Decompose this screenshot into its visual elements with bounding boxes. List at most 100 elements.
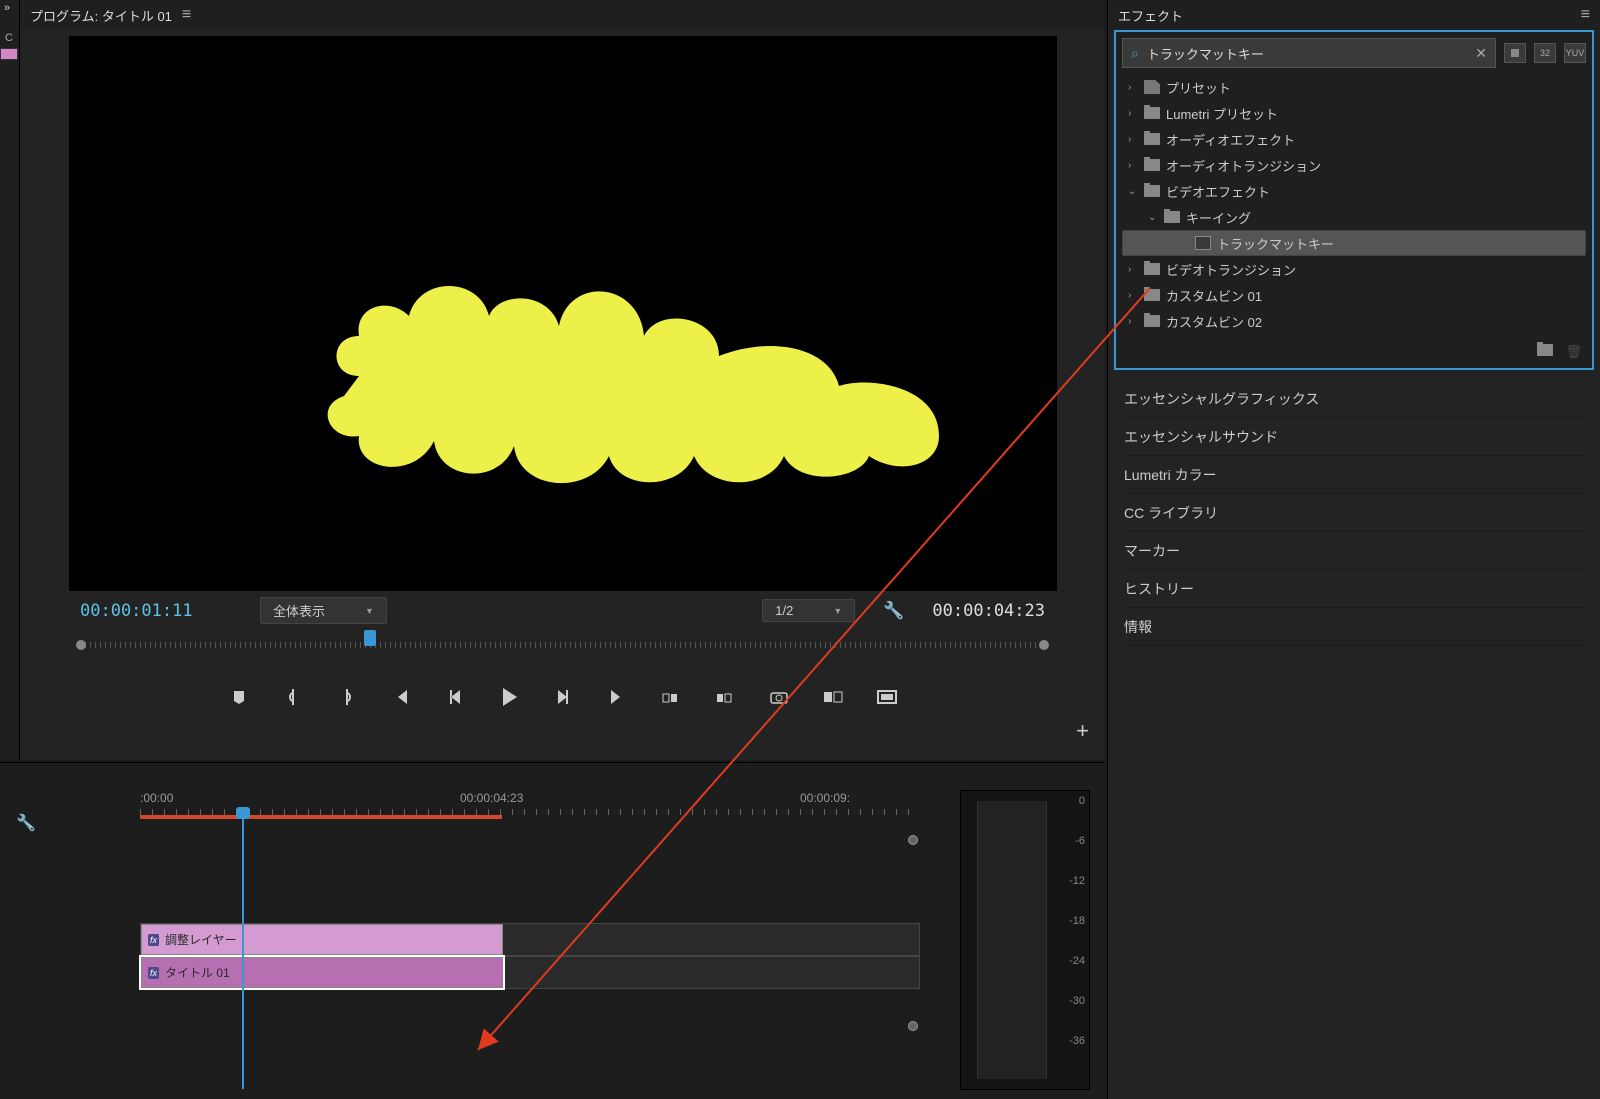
tree-row-キーイング[interactable]: ⌄ キーイング xyxy=(1122,204,1586,230)
timeline-ruler[interactable]: :00:00 00:00:04:23 00:00:09: xyxy=(140,791,920,817)
panel-cc-libraries[interactable]: CC ライブラリ xyxy=(1124,494,1584,532)
export-frame-icon[interactable] xyxy=(768,690,790,704)
track-spacer xyxy=(140,833,920,923)
clip-adjustment-layer[interactable]: fx 調整レイヤー xyxy=(141,924,503,955)
chevron-down-icon: ▼ xyxy=(833,606,842,616)
scrub-playhead[interactable] xyxy=(364,630,376,646)
safe-margins-icon[interactable] xyxy=(876,690,898,704)
tree-row-オーディオエフェクト[interactable]: ›オーディオエフェクト xyxy=(1122,126,1586,152)
folder-icon xyxy=(1144,185,1160,197)
in-point-icon[interactable] xyxy=(282,689,304,705)
effects-panel: エフェクト ≡ ⌕ ✕ 32 YUV ›プリセット›Lumetri プリセット›… xyxy=(1107,0,1600,1099)
panel-essential-sound[interactable]: エッセンシャルサウンド xyxy=(1124,418,1584,456)
meter-label: -30 xyxy=(1069,995,1085,1007)
go-to-out-icon[interactable] xyxy=(606,690,628,704)
tree-label: カスタムビン 02 xyxy=(1166,312,1262,331)
tree-row-カスタムビン 02[interactable]: › カスタムビン 02 xyxy=(1122,308,1586,334)
tree-row-プリセット[interactable]: › プリセット xyxy=(1122,74,1586,100)
tree-label: オーディオエフェクト xyxy=(1166,130,1295,149)
32bit-badge[interactable]: 32 xyxy=(1534,43,1556,63)
tree-row-カスタムビン 01[interactable]: › カスタムビン 01 xyxy=(1122,282,1586,308)
add-button-icon[interactable]: + xyxy=(1076,718,1089,744)
chevron-down-icon: ▼ xyxy=(365,606,374,616)
folder-icon xyxy=(1144,289,1160,301)
timeline-playhead[interactable] xyxy=(242,809,244,1089)
chevron-icon: ⌄ xyxy=(1128,186,1138,197)
panel-history[interactable]: ヒストリー xyxy=(1124,570,1584,608)
zoom-select[interactable]: 全体表示 ▼ xyxy=(260,597,387,624)
play-icon[interactable] xyxy=(498,688,520,706)
meter-label: -6 xyxy=(1075,835,1085,847)
scrub-handle-right[interactable] xyxy=(1039,640,1049,650)
folder-icon xyxy=(1164,211,1180,223)
work-area-bar[interactable] xyxy=(140,815,502,819)
effects-bottom-icons: 🗑 xyxy=(1122,344,1586,360)
program-monitor-panel: プログラム: タイトル 01 ≡ 00:00:01:11 全体表示 ▼ 1/2 … xyxy=(20,0,1105,760)
resolution-select[interactable]: 1/2 ▼ xyxy=(762,599,855,622)
viewer-scrubber[interactable] xyxy=(80,632,1045,662)
marker-icon[interactable] xyxy=(228,689,250,705)
chevron-icon: › xyxy=(1128,290,1138,301)
step-forward-icon[interactable] xyxy=(552,690,574,704)
effects-title: エフェクト xyxy=(1118,6,1183,25)
tree-row-ビデオトランジション[interactable]: › ビデオトランジション xyxy=(1122,256,1586,282)
tree-label: キーイング xyxy=(1186,208,1251,227)
tree-label: ビデオトランジション xyxy=(1166,260,1296,279)
zoom-label: 全体表示 xyxy=(273,601,325,620)
accelerated-badge[interactable] xyxy=(1504,43,1526,63)
panel-lumetri-color[interactable]: Lumetri カラー xyxy=(1124,456,1584,494)
timecode-left[interactable]: 00:00:01:11 xyxy=(80,601,240,621)
timeline-tracks: fx 調整レイヤー fx タイトル 01 xyxy=(140,833,920,989)
effects-filter-badges: 32 YUV xyxy=(1504,43,1586,63)
step-back-icon[interactable] xyxy=(444,690,466,704)
folder-icon xyxy=(1144,263,1160,275)
lift-icon[interactable] xyxy=(660,690,682,704)
panel-color-tab[interactable] xyxy=(0,48,18,60)
expand-icon[interactable]: » xyxy=(4,2,10,14)
timeline-settings-icon[interactable]: 🔧 xyxy=(16,813,36,833)
tree-row-Lumetri プリセット[interactable]: ›Lumetri プリセット xyxy=(1122,100,1586,126)
extract-icon[interactable] xyxy=(714,690,736,704)
tree-row-トラックマットキー[interactable]: トラックマットキー xyxy=(1122,230,1586,256)
tree-label: カスタムビン 01 xyxy=(1166,286,1262,305)
panel-info[interactable]: 情報 xyxy=(1124,608,1584,646)
panel-markers[interactable]: マーカー xyxy=(1124,532,1584,570)
meter-label: -18 xyxy=(1069,915,1085,927)
settings-icon[interactable]: 🔧 xyxy=(883,601,904,621)
effects-search[interactable]: ⌕ ✕ xyxy=(1122,38,1496,68)
ruler-tick: 00:00:09: xyxy=(800,791,850,805)
chevron-icon: › xyxy=(1128,264,1138,275)
clip-title-01[interactable]: fx タイトル 01 xyxy=(141,957,503,988)
track-v2[interactable]: fx 調整レイヤー xyxy=(140,923,920,956)
tree-label: プリセット xyxy=(1166,78,1231,97)
scrub-handle-left[interactable] xyxy=(76,640,86,650)
scroll-handle[interactable] xyxy=(908,1021,918,1031)
left-strip: » C xyxy=(0,0,20,760)
chevron-icon: › xyxy=(1128,82,1138,93)
program-viewer[interactable] xyxy=(69,36,1057,591)
panel-essential-graphics[interactable]: エッセンシャルグラフィックス xyxy=(1124,380,1584,418)
preset-icon xyxy=(1144,80,1160,94)
tree-row-オーディオトランジション[interactable]: ›オーディオトランジション xyxy=(1122,152,1586,178)
tree-label: Lumetri プリセット xyxy=(1166,104,1278,123)
panel-menu-icon[interactable]: ≡ xyxy=(182,6,191,24)
effects-search-input[interactable] xyxy=(1147,46,1467,61)
out-point-icon[interactable] xyxy=(336,689,358,705)
clear-search-icon[interactable]: ✕ xyxy=(1475,45,1487,62)
comparison-icon[interactable] xyxy=(822,690,844,704)
new-bin-icon[interactable] xyxy=(1537,344,1553,360)
ruler-tick: 00:00:04:23 xyxy=(460,791,523,805)
tree-row-ビデオエフェクト[interactable]: ⌄ビデオエフェクト xyxy=(1122,178,1586,204)
effects-body: ⌕ ✕ 32 YUV ›プリセット›Lumetri プリセット›オーディオエフェ… xyxy=(1114,30,1594,370)
search-icon: ⌕ xyxy=(1131,45,1139,62)
yuv-badge[interactable]: YUV xyxy=(1564,43,1586,63)
panel-menu-icon[interactable]: ≡ xyxy=(1581,6,1590,24)
program-title: プログラム: タイトル 01 xyxy=(30,6,172,25)
chevron-icon: ⌄ xyxy=(1148,212,1158,223)
delete-icon[interactable]: 🗑 xyxy=(1565,344,1582,360)
folder-icon xyxy=(1144,159,1160,171)
chevron-icon: › xyxy=(1128,316,1138,327)
effects-panel-header: エフェクト ≡ xyxy=(1108,0,1600,30)
track-v1[interactable]: fx タイトル 01 xyxy=(140,956,920,989)
go-to-in-icon[interactable] xyxy=(390,690,412,704)
